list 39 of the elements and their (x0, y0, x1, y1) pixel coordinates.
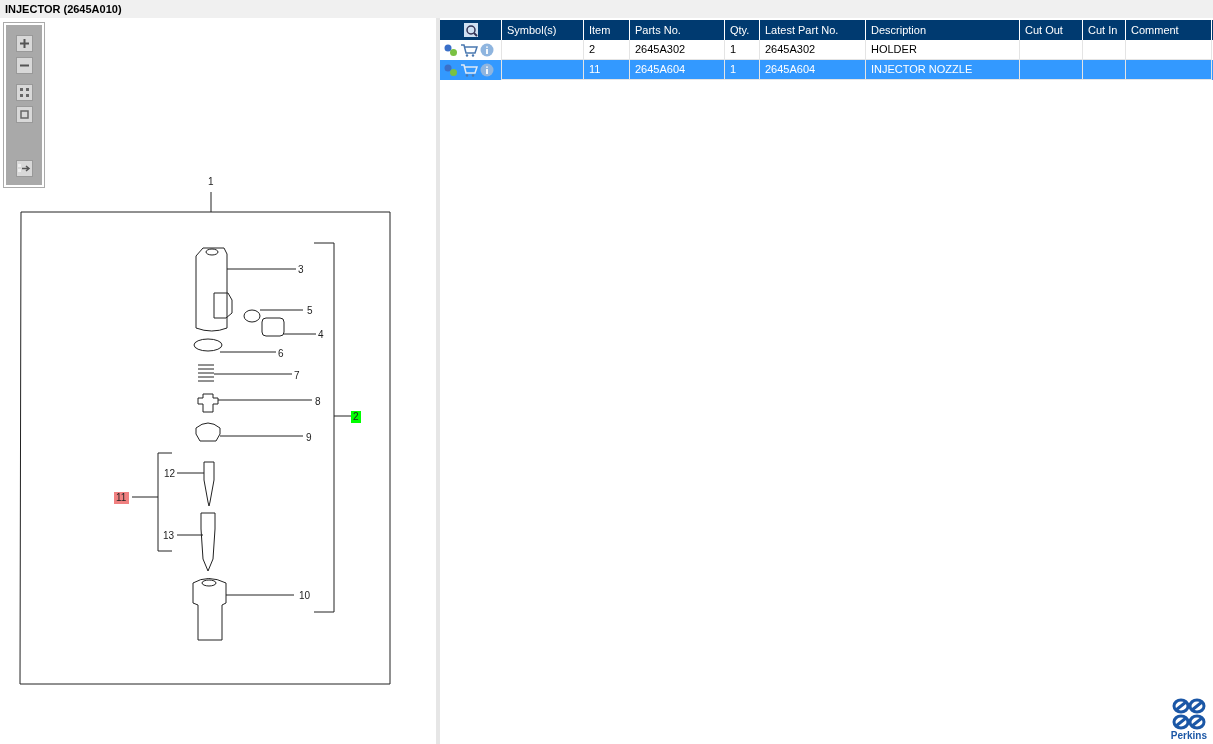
cart-icon[interactable] (460, 63, 478, 77)
callout-number[interactable]: 7 (294, 370, 300, 381)
cart-icon[interactable] (460, 43, 478, 57)
table-cell-text: 2645A302 (634, 42, 687, 58)
table-cell-text: 1 (729, 62, 738, 78)
callout-number[interactable]: 5 (307, 305, 313, 316)
callout-number[interactable]: 9 (306, 432, 312, 443)
search-icon (462, 22, 479, 38)
table-cell-text: INJECTOR NOZZLE (870, 62, 974, 78)
table-cell-text: HOLDER (870, 42, 918, 58)
window-title: INJECTOR (2645A010) (5, 1, 122, 17)
plus-icon (18, 38, 30, 49)
table-cell-text: 2645A604 (764, 62, 817, 78)
info-icon[interactable] (480, 63, 494, 77)
grid-icon (18, 87, 30, 98)
actual-size-button[interactable] (15, 106, 33, 123)
callout-number[interactable]: 3 (298, 264, 304, 275)
table-cell-text: 11 (588, 62, 602, 78)
callout-number[interactable]: 1 (208, 176, 214, 187)
logo-mark-icon (1171, 698, 1206, 730)
square-icon (18, 109, 30, 120)
callout-number[interactable]: 10 (299, 590, 311, 601)
callout-number[interactable]: 2 (353, 411, 359, 422)
list-arrow-icon (17, 163, 31, 174)
table-cell-text: 1 (729, 42, 738, 58)
table-cell-text: 2645A604 (634, 62, 687, 78)
callout-number[interactable]: 12 (164, 468, 176, 479)
logo-text: Perkins (1170, 730, 1207, 742)
zoom-out-button[interactable] (15, 57, 33, 74)
table-cell-text: 2 (588, 42, 597, 58)
zoom-in-button[interactable] (15, 35, 33, 52)
callout-number[interactable]: 13 (163, 530, 175, 541)
export-button[interactable] (15, 160, 33, 177)
callout-number[interactable]: 11 (116, 492, 127, 503)
callout-number[interactable]: 8 (315, 396, 321, 407)
fit-all-button[interactable] (15, 84, 33, 101)
callout-number[interactable]: 4 (318, 329, 324, 340)
callout-number[interactable]: 6 (278, 348, 284, 359)
table-cell-text: 2645A302 (764, 42, 817, 58)
